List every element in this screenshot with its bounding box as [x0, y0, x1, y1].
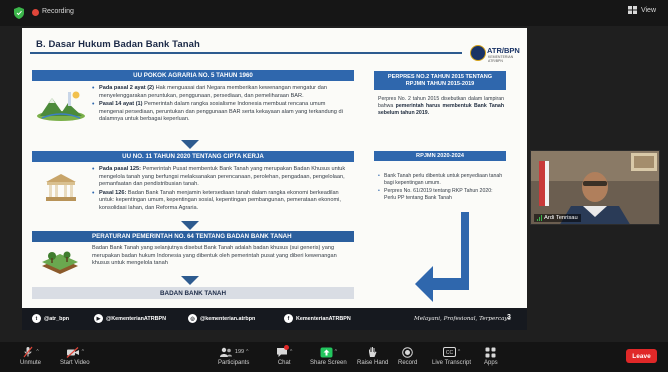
record-button[interactable]: Record: [398, 346, 417, 366]
panel-body-rpjmn: Bank Tanah perlu dibentuk untuk penyedia…: [378, 173, 504, 203]
chevron-up-icon[interactable]: ^: [335, 349, 337, 355]
chat-button[interactable]: ^ Chat: [276, 345, 292, 366]
live-transcript-button[interactable]: CC ^ Live Transcript: [432, 346, 471, 366]
chevron-up-icon[interactable]: ^: [290, 349, 292, 355]
slide-tagline: Melayani, Profesional, Terpercaya: [414, 316, 511, 322]
social-instagram: ◎ @kementerian.atrbpn: [188, 314, 255, 323]
block-heading-uupa: UU POKOK AGRARIA NO. 5 TAHUN 1960: [32, 70, 354, 81]
social-twitter: t @atr_bpn: [32, 314, 69, 323]
flow-arrow-icon: [181, 140, 199, 149]
shared-slide: B. Dasar Hukum Badan Bank Tanah ATR/BPN …: [22, 28, 527, 330]
slide-title: B. Dasar Hukum Badan Bank Tanah: [36, 39, 200, 50]
social-facebook: f KementerianATRBPN: [284, 314, 351, 323]
svg-text:CC: CC: [446, 350, 454, 356]
signal-bars-icon: [537, 215, 542, 221]
view-button[interactable]: View: [627, 6, 656, 14]
recording-dot-icon: [32, 9, 39, 16]
block-text-cipta-kerja: Pada pasal 125: Pemerintah Pusat membent…: [92, 166, 354, 214]
unmute-button[interactable]: ^ Unmute: [20, 346, 41, 366]
view-grid-icon: [627, 6, 637, 14]
video-camera-off-icon: [66, 346, 79, 358]
return-arrow-icon: [415, 212, 469, 302]
live-transcript-icon: CC: [442, 347, 456, 357]
raise-hand-button[interactable]: Raise Hand: [357, 346, 388, 366]
title-divider: [30, 52, 462, 54]
result-label: BADAN BANK TANAH: [32, 287, 354, 299]
view-label: View: [640, 6, 656, 14]
apps-button[interactable]: Apps: [484, 346, 498, 366]
panel-heading-rpjmn: RPJMN 2020-2024: [374, 151, 506, 161]
flow-arrow-icon: [181, 221, 199, 230]
slide-page-number: 3: [507, 314, 511, 321]
recording-label: Recording: [42, 8, 74, 15]
instagram-icon: ◎: [188, 314, 197, 323]
landscape-illustration-icon: [37, 91, 85, 121]
logo-subtext: KEMENTERIAN ATR/BPN: [488, 55, 514, 63]
participant-video-tile[interactable]: Ardi Tenrisau: [530, 150, 660, 225]
logo-text: ATR/BPN: [487, 46, 520, 55]
apps-icon: [485, 347, 496, 357]
block-text-pp64: Badan Bank Tanah yang selanjutnya disebu…: [92, 245, 337, 267]
block-heading-cipta-kerja: UU NO. 11 TAHUN 2020 TENTANG CIPTA KERJA: [32, 151, 354, 162]
list-item: Pasal 14 ayat (1) Pemerintah dalam rangk…: [92, 101, 350, 124]
chevron-up-icon[interactable]: ^: [36, 349, 38, 355]
microphone-muted-icon: [23, 346, 33, 358]
chevron-up-icon[interactable]: ^: [458, 349, 460, 355]
top-bar: Recording View: [0, 0, 668, 26]
leave-button[interactable]: Leave: [626, 349, 657, 363]
participant-name-label: Ardi Tenrisau: [534, 214, 581, 222]
land-plot-icon: [42, 251, 78, 274]
list-item: Pasal 126: Badan Bank Tanah menjamin ket…: [92, 190, 354, 213]
participants-icon: [219, 347, 232, 357]
list-item: Pada pasal 2 ayat (2) Hak menguasai dari…: [92, 85, 350, 100]
start-video-button[interactable]: ^ Start Video: [60, 346, 90, 366]
participants-button[interactable]: 199 ^ Participants: [218, 346, 249, 366]
youtube-icon: ▶: [94, 314, 103, 323]
participant-count: 199: [234, 349, 245, 355]
chevron-up-icon[interactable]: ^: [246, 349, 248, 355]
meeting-toolbar: ^ Unmute ^ Start Video 199 ^ Participant…: [0, 342, 668, 372]
slide-footer: t @atr_bpn ▶ @KementerianATRBPN ◎ @kemen…: [22, 308, 527, 330]
government-building-icon: [46, 174, 76, 201]
chevron-up-icon[interactable]: ^: [82, 349, 84, 355]
chat-notification-dot: [284, 345, 289, 350]
facebook-icon: f: [284, 314, 293, 323]
list-item: Perpres No. 61/2019 tentang RKP Tahun 20…: [378, 188, 504, 202]
logo-emblem-icon: [470, 45, 486, 61]
panel-heading-perpres: PERPRES NO.2 TAHUN 2015 TENTANG RPJMN TA…: [374, 71, 506, 90]
security-shield-icon[interactable]: [14, 7, 24, 19]
share-screen-icon: [320, 347, 333, 357]
list-item: Bank Tanah perlu dibentuk untuk penyedia…: [378, 173, 504, 187]
record-icon: [402, 346, 413, 358]
flow-arrow-icon: [181, 276, 199, 285]
twitter-icon: t: [32, 314, 41, 323]
atr-bpn-logo: ATR/BPN KEMENTERIAN ATR/BPN: [470, 44, 520, 66]
block-heading-pp64: PERATURAN PEMERINTAH NO. 64 TENTANG BADA…: [32, 231, 354, 242]
block-text-uupa: Pada pasal 2 ayat (2) Hak menguasai dari…: [92, 85, 350, 125]
panel-body-perpres: Perpres No. 2 tahun 2015 disebutkan dala…: [378, 96, 504, 116]
list-item: Pada pasal 125: Pemerintah Pusat membent…: [92, 166, 354, 189]
share-screen-button[interactable]: ^ Share Screen: [310, 346, 347, 366]
social-youtube: ▶ @KementerianATRBPN: [94, 314, 166, 323]
raise-hand-icon: [369, 347, 377, 357]
meeting-window: Recording View B. Dasar Hukum Badan Bank…: [0, 0, 668, 372]
